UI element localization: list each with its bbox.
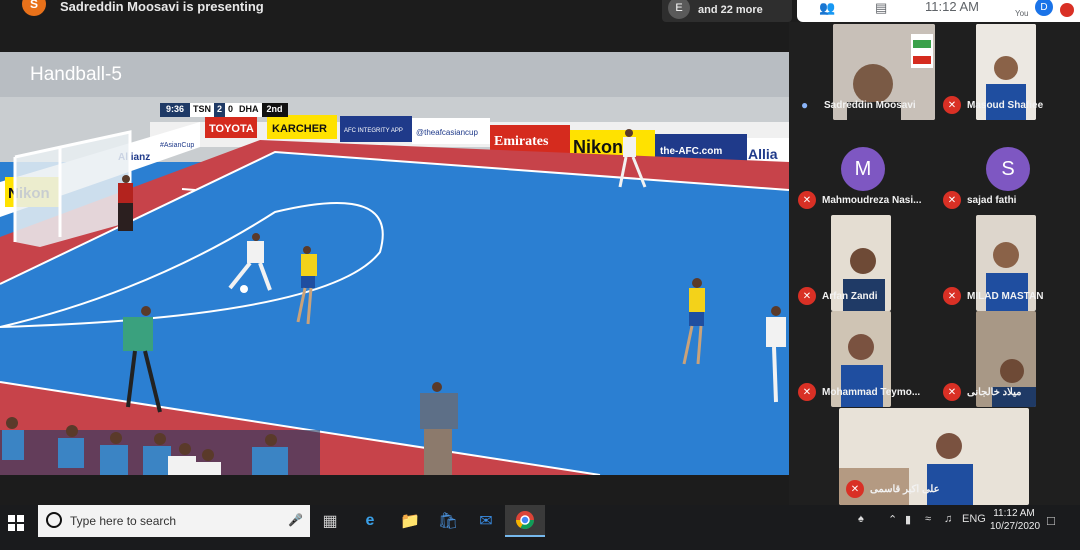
meeting-controls: 👥 ▤ 11:12 AM You D xyxy=(797,0,1080,22)
participant-tile[interactable]: ● Sadreddin Moosavi xyxy=(791,24,936,121)
presenting-label: Sadreddin Moosavi is presenting xyxy=(60,0,264,14)
match-clock: 9:36 xyxy=(160,103,191,117)
presentation-title: Handball-5 xyxy=(30,64,122,85)
clock-date: 10/27/2020 xyxy=(990,521,1041,532)
chrome-icon[interactable] xyxy=(505,505,545,537)
home-score: 2 xyxy=(214,103,226,117)
participant-tile[interactable]: ✕ Arfan Zandi xyxy=(791,215,936,312)
windows-taskbar: Type here to search 🎤 ▦ e 📁 🛍 ✉ ♠ ⌃ ▮ ≈ … xyxy=(0,505,1080,550)
mail-icon[interactable]: ✉ xyxy=(466,505,506,537)
participant-avatar: E xyxy=(668,0,690,19)
scoreboard: 9:36 TSN 2 0 DHA 2nd xyxy=(160,103,288,117)
participant-name: Mohammad Teymo... xyxy=(822,387,921,398)
mic-off-icon: ✕ xyxy=(943,191,961,209)
match-period: 2nd xyxy=(261,103,288,117)
you-label: You xyxy=(1015,9,1029,18)
ad-afc-site: the-AFC.com xyxy=(660,146,722,157)
participant-name: میلاد خالجانی xyxy=(967,387,1022,398)
home-team: TSN xyxy=(190,103,215,117)
more-participants-label: and 22 more xyxy=(698,4,763,16)
ad-hashtag: @theafcasiancup xyxy=(416,128,478,137)
people-icon[interactable]: 👥 xyxy=(819,0,835,16)
task-view-icon[interactable]: ▦ xyxy=(310,505,350,537)
chat-icon[interactable]: ▤ xyxy=(875,0,887,16)
taskbar-search-box[interactable]: Type here to search 🎤 xyxy=(38,505,310,537)
mic-off-icon: ✕ xyxy=(798,287,816,305)
mic-off-icon: ✕ xyxy=(943,383,961,401)
search-placeholder: Type here to search xyxy=(70,514,177,528)
mic-off-icon: ✕ xyxy=(943,287,961,305)
participant-tile[interactable]: ✕ MILAD MASTAN xyxy=(936,215,1080,312)
participant-tile[interactable]: ✕ Mohammad Teymo... xyxy=(791,311,936,408)
futsal-scene: TOYOTA KARCHER AFC INTEGRITY APP @theafc… xyxy=(0,52,789,475)
self-avatar[interactable]: D xyxy=(1035,0,1053,16)
battery-icon[interactable]: ▮ xyxy=(905,513,911,526)
participant-name: Masoud Shafiee xyxy=(967,100,1044,111)
file-explorer-icon[interactable]: 📁 xyxy=(390,505,430,537)
participant-tile[interactable]: S ✕ sajad fathi xyxy=(936,119,1080,216)
ad-karcher: KARCHER xyxy=(272,123,327,135)
notifications-icon[interactable]: □ xyxy=(1047,513,1055,528)
store-icon[interactable]: 🛍 xyxy=(428,505,468,537)
participant-name: Mahmoudreza Nasi... xyxy=(822,195,922,206)
speaking-icon: ● xyxy=(801,98,809,112)
away-score: 0 xyxy=(225,103,237,117)
presenter-avatar: S xyxy=(22,0,46,16)
top-bar: S Sadreddin Moosavi is presenting E and … xyxy=(0,0,1080,22)
edge-icon[interactable]: e xyxy=(350,505,390,537)
participant-name: Sadreddin Moosavi xyxy=(824,100,916,111)
people-icon[interactable]: ♠ xyxy=(858,513,864,525)
participant-avatar: S xyxy=(986,147,1030,191)
wifi-icon[interactable]: ≈ xyxy=(925,513,931,525)
volume-icon[interactable]: ♫ xyxy=(944,513,952,525)
meeting-clock: 11:12 AM xyxy=(925,0,979,14)
participant-avatar: M xyxy=(841,147,885,191)
language-indicator[interactable]: ENG xyxy=(962,513,986,525)
chevron-up-icon[interactable]: ⌃ xyxy=(888,513,897,526)
participant-name: علی اکبر قاسمی xyxy=(870,484,940,495)
cortana-icon xyxy=(46,512,62,528)
mic-off-icon[interactable] xyxy=(1060,3,1074,17)
system-clock[interactable]: 11:12 AM 10/27/2020 xyxy=(990,507,1041,533)
participant-name: sajad fathi xyxy=(967,195,1017,206)
mic-off-icon: ✕ xyxy=(943,96,961,114)
ad-toyota: TOYOTA xyxy=(209,123,254,135)
participant-tile[interactable]: ✕ علی اکبر قاسمی xyxy=(839,408,1029,505)
participant-tile[interactable]: ✕ Masoud Shafiee xyxy=(936,24,1080,121)
mic-off-icon: ✕ xyxy=(846,480,864,498)
ad-asiancup: #AsianCup xyxy=(160,142,194,149)
meet-window: S Sadreddin Moosavi is presenting E and … xyxy=(0,0,1080,550)
participant-name: MILAD MASTAN xyxy=(967,291,1044,302)
microphone-icon[interactable]: 🎤 xyxy=(288,513,303,527)
ad-afc-app: AFC INTEGRITY APP xyxy=(344,128,403,134)
ad-allianz: Allia xyxy=(748,146,778,162)
mic-off-icon: ✕ xyxy=(798,191,816,209)
participant-name: Arfan Zandi xyxy=(822,291,878,302)
participants-pill[interactable]: E and 22 more xyxy=(662,0,792,22)
mic-off-icon: ✕ xyxy=(798,383,816,401)
ad-emirates: Emirates xyxy=(494,134,549,149)
shared-screen-video[interactable]: TOYOTA KARCHER AFC INTEGRITY APP @theafc… xyxy=(0,52,789,475)
clock-time: 11:12 AM xyxy=(993,508,1035,519)
windows-start-icon[interactable] xyxy=(8,515,24,531)
participants-grid: ● Sadreddin Moosavi ✕ Masoud Shafiee M ✕… xyxy=(789,22,1080,505)
participant-tile[interactable]: M ✕ Mahmoudreza Nasi... xyxy=(791,119,936,216)
participant-tile[interactable]: ✕ میلاد خالجانی xyxy=(936,311,1080,408)
away-team: DHA xyxy=(236,103,262,117)
